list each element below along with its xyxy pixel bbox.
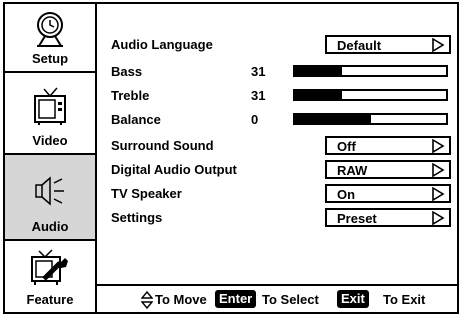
menu-row-balance[interactable]: Balance 0	[111, 110, 451, 130]
surround-sound-label: Surround Sound	[111, 138, 214, 153]
navigation-hint-bar: To Move Enter To Select Exit To Exit	[97, 284, 457, 312]
tv-icon	[34, 87, 66, 125]
balance-slider-fill	[295, 115, 371, 123]
surround-sound-selector[interactable]: Off	[325, 136, 451, 155]
menu-row-treble[interactable]: Treble 31	[111, 86, 451, 106]
audio-language-selector[interactable]: Default	[325, 35, 451, 54]
menu-row-settings[interactable]: Settings Preset	[111, 208, 451, 228]
digital-audio-output-label: Digital Audio Output	[111, 162, 237, 177]
menu-row-bass[interactable]: Bass 31	[111, 62, 451, 82]
bass-label: Bass	[111, 64, 143, 79]
balance-label: Balance	[111, 112, 161, 127]
digital-audio-output-value: RAW	[337, 163, 368, 178]
menu-row-surround-sound[interactable]: Surround Sound Off	[111, 136, 451, 156]
menu-row-tv-speaker[interactable]: TV Speaker On	[111, 184, 451, 204]
select-hint: To Select	[262, 292, 319, 307]
audio-language-value: Default	[337, 38, 382, 53]
tab-video-label: Video	[32, 133, 68, 148]
triangle-right-icon	[432, 163, 445, 177]
settings-selector[interactable]: Preset	[325, 208, 451, 227]
tv-speaker-value: On	[337, 187, 356, 202]
settings-value: Preset	[337, 211, 377, 226]
triangle-right-icon	[432, 211, 445, 225]
digital-audio-output-selector[interactable]: RAW	[325, 160, 451, 179]
treble-slider-fill	[295, 91, 342, 99]
exit-key: Exit	[337, 290, 369, 308]
audio-language-label: Audio Language	[111, 37, 213, 52]
audio-menu-panel: Audio Language Default Bass 31 Treble 31…	[97, 4, 457, 312]
balance-value: 0	[251, 112, 259, 127]
bass-slider-fill	[295, 67, 342, 75]
triangle-right-icon	[432, 139, 445, 153]
move-hint: To Move	[155, 292, 207, 307]
setup-icon	[37, 12, 63, 47]
tab-setup[interactable]: Setup	[5, 4, 95, 73]
speaker-icon	[35, 176, 64, 206]
bass-slider[interactable]	[293, 65, 448, 77]
balance-slider[interactable]	[293, 113, 448, 125]
sidebar: Setup Video Audio Feature	[5, 4, 97, 312]
tab-setup-label: Setup	[31, 51, 69, 66]
treble-value: 31	[251, 88, 266, 103]
triangle-right-icon	[432, 187, 445, 201]
tab-feature-label: Feature	[26, 292, 74, 307]
audio-settings-menu: Setup Video Audio Feature Audio Language…	[3, 2, 459, 314]
menu-row-digital-audio-output[interactable]: Digital Audio Output RAW	[111, 160, 451, 180]
tab-audio[interactable]: Audio	[5, 155, 95, 241]
tab-audio-label: Audio	[31, 219, 69, 234]
treble-label: Treble	[111, 88, 150, 103]
enter-key: Enter	[215, 290, 257, 308]
tab-video[interactable]: Video	[5, 73, 95, 155]
exit-hint: To Exit	[383, 292, 426, 307]
menu-row-audio-language[interactable]: Audio Language Default	[111, 35, 451, 55]
tab-feature[interactable]: Feature	[5, 241, 95, 312]
settings-label: Settings	[111, 210, 163, 225]
surround-sound-value: Off	[337, 139, 356, 154]
bass-value: 31	[251, 64, 266, 79]
treble-slider[interactable]	[293, 89, 448, 101]
tv-speaker-selector[interactable]: On	[325, 184, 451, 203]
triangle-right-icon	[432, 38, 445, 52]
up-down-arrow-icon	[141, 291, 153, 309]
tv-wrench-icon	[31, 249, 68, 285]
tv-speaker-label: TV Speaker	[111, 186, 182, 201]
